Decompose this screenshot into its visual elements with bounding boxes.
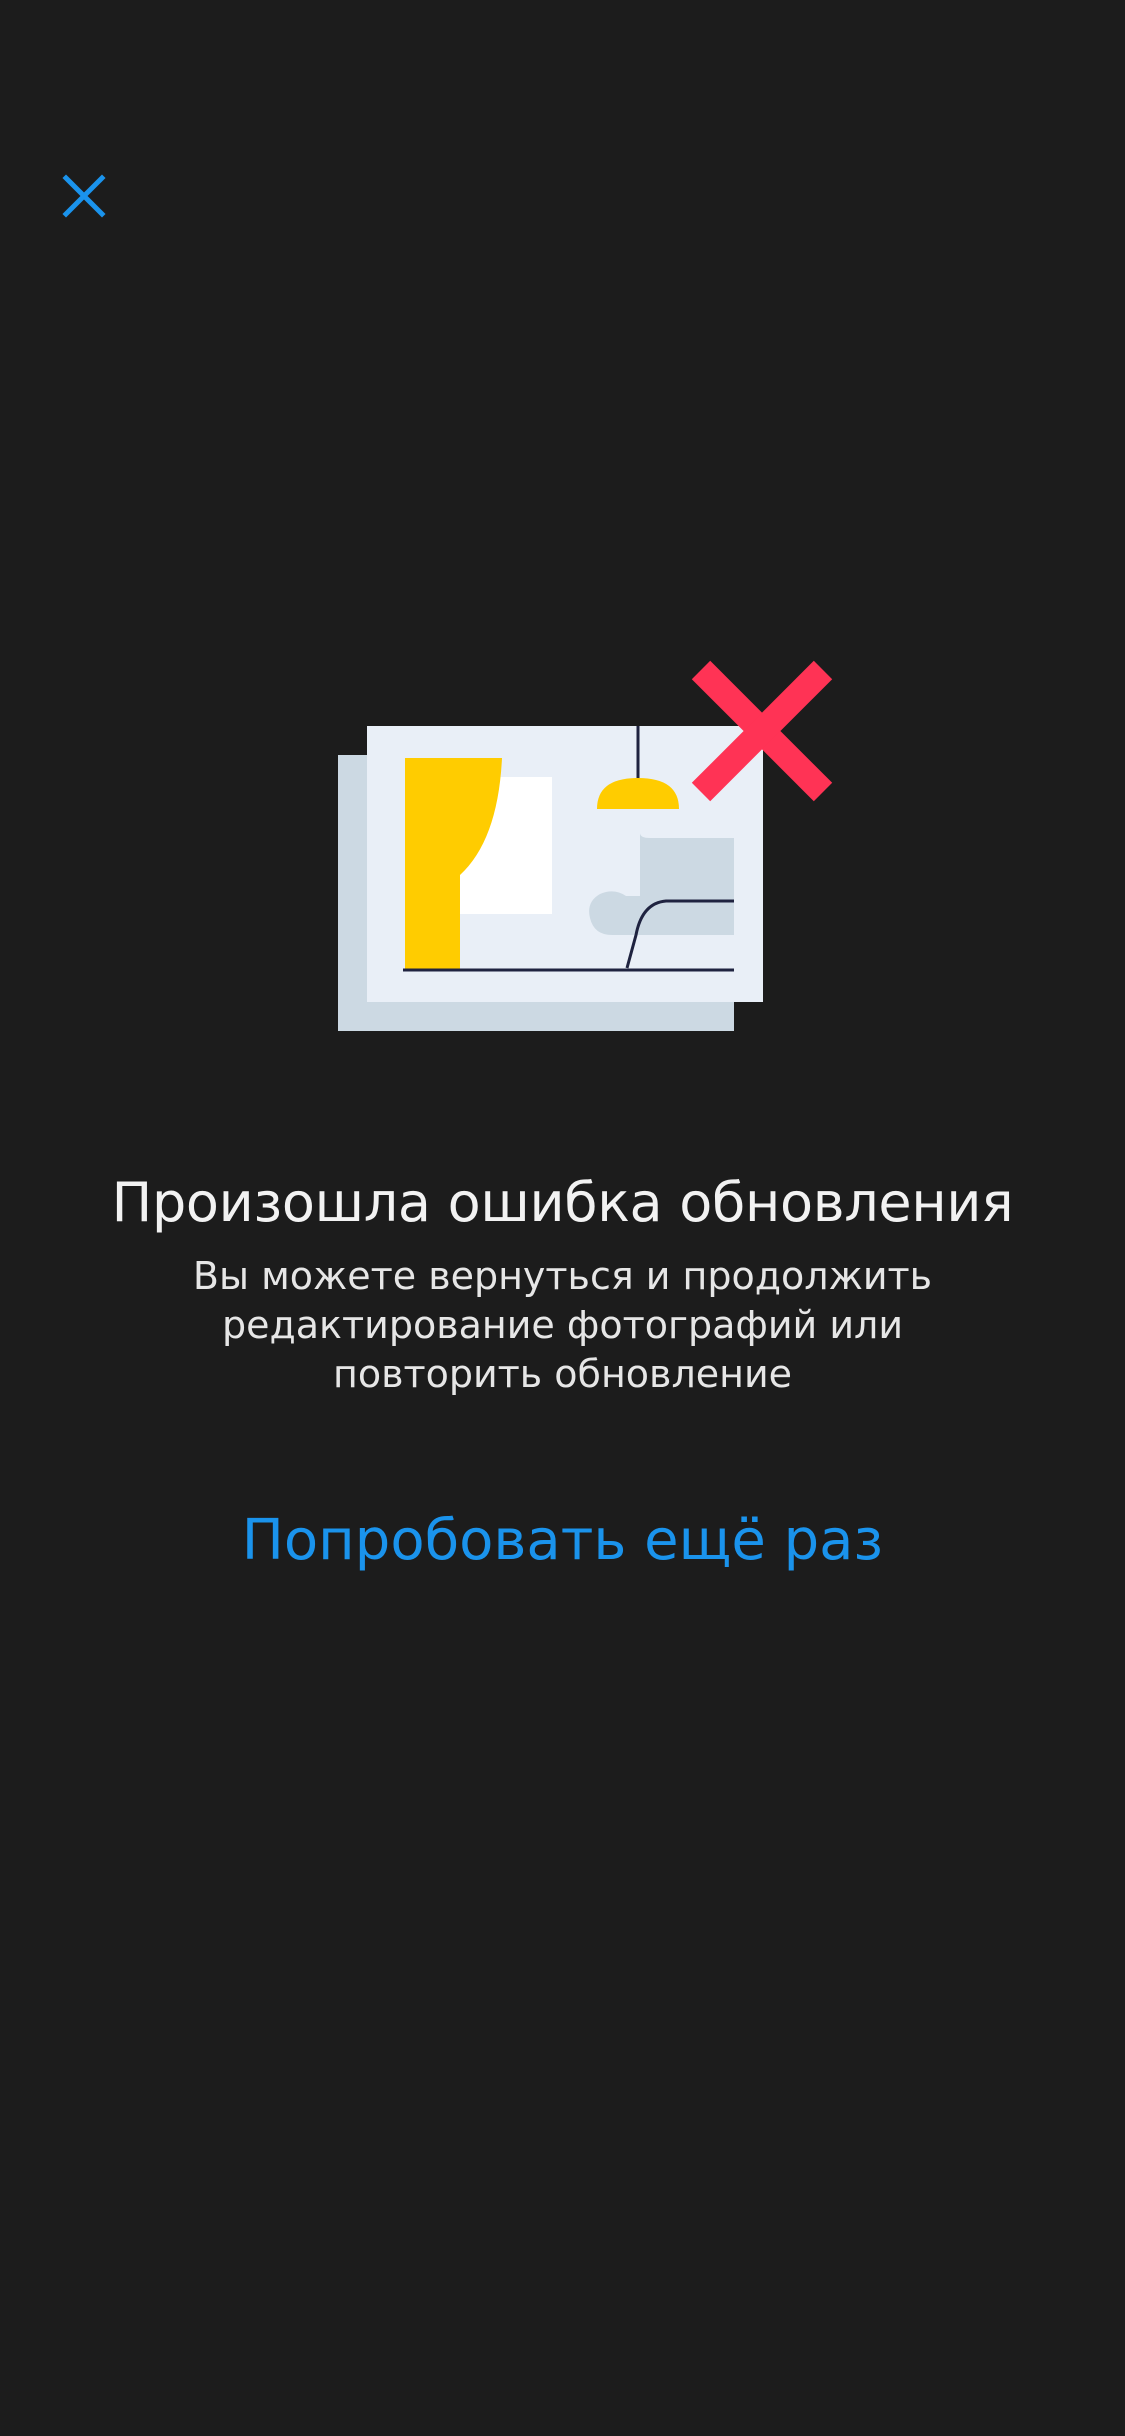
error-message: Вы можете вернуться и продолжить редакти… [192, 1254, 933, 1396]
photo-error-illustration [330, 650, 850, 1040]
retry-button[interactable]: Попробовать ещё раз [0, 1505, 1125, 1577]
close-button[interactable] [48, 160, 120, 232]
close-icon [62, 174, 106, 218]
error-title: Произошла ошибка обновления [111, 1171, 1014, 1234]
